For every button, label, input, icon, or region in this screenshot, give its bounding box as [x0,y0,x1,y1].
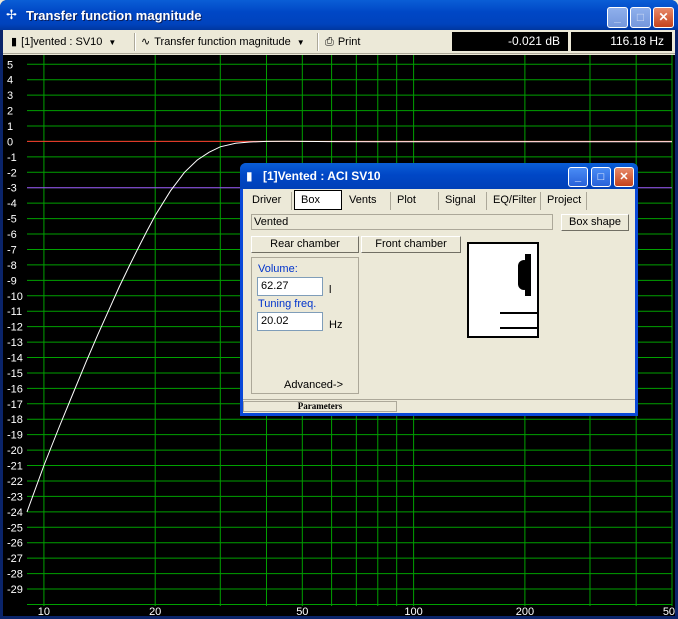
rear-chamber-panel: Volume: 62.27 l Tuning freq. 20.02 Hz Ad… [251,257,359,394]
y-tick-label: -16 [7,383,23,395]
volume-label: Volume: [258,263,298,275]
close-button[interactable]: ✕ [653,7,674,28]
y-tick-label: -25 [7,522,23,534]
y-tick-label: -13 [7,337,23,349]
window-title: Transfer function magnitude [26,8,202,23]
view-select[interactable]: ∿ Transfer function magnitude ▼ [141,33,305,51]
volume-field[interactable]: 62.27 [257,277,323,296]
y-tick-label: 3 [7,90,13,102]
y-tick-label: -9 [7,275,17,287]
y-tick-label: -8 [7,260,17,272]
title-bar[interactable]: ✢ Transfer function magnitude _ □ ✕ [0,0,678,30]
y-tick-label: -6 [7,229,17,241]
advanced-link[interactable]: Advanced-> [284,379,343,391]
tab-signal[interactable]: Signal [439,192,487,210]
y-tick-label: -2 [7,167,17,179]
x-tick-label: 50 [296,606,308,616]
minimize-button[interactable]: _ [607,7,628,28]
speaker-baffle [525,254,531,296]
printer-icon: ⎙ [325,36,334,48]
dialog-body: Driver Box Vents Plot Signal EQ/Filter P… [243,189,635,413]
y-tick-label: -12 [7,322,23,334]
y-tick-label: 4 [7,75,13,87]
y-tick-label: -20 [7,445,23,457]
dialog-status-bar: Parameters [243,399,635,412]
hz-readout: 116.18 Hz [571,32,672,51]
y-tick-label: 2 [7,106,13,118]
toolbar-separator [134,33,136,51]
y-tick-label: -19 [7,430,23,442]
y-tick-label: -15 [7,368,23,380]
y-tick-label: -10 [7,291,23,303]
y-tick-label: -7 [7,244,17,256]
y-tick-label: -1 [7,152,17,164]
driver-select[interactable]: ▮ [1]vented : SV10 ▼ [11,33,116,51]
y-tick-label: -18 [7,414,23,426]
toolbar: ▮ [1]vented : SV10 ▼ ∿ Transfer function ma… [3,30,675,54]
y-tick-label: -3 [7,183,17,195]
rear-chamber-button[interactable]: Rear chamber [251,236,359,253]
y-tick-label: -17 [7,399,23,411]
y-tick-label: 1 [7,121,13,133]
dialog-title-bar[interactable]: ▮ [1]Vented : ACI SV10 _ □ ✕ [240,163,638,189]
maximize-button[interactable]: □ [630,7,651,28]
view-select-value: Transfer function magnitude [154,36,291,48]
y-tick-label: -26 [7,538,23,550]
driver-select-value: [1]vented : SV10 [21,36,103,48]
toolbar-separator [317,33,319,51]
tuning-freq-unit: Hz [329,319,343,331]
box-diagram [467,242,539,338]
print-button[interactable]: ⎙ Print [325,33,360,51]
dialog-maximize-button[interactable]: □ [591,167,611,187]
port-wall-top [500,312,537,314]
y-tick-label: -11 [7,306,22,318]
parameters-tab[interactable]: Parameters [243,401,397,412]
tab-driver[interactable]: Driver [246,192,292,210]
chevron-down-icon: ▼ [108,38,117,47]
x-tick-label: 500 [663,606,675,616]
x-tick-label: 20 [149,606,161,616]
volume-unit: l [329,284,332,296]
chevron-down-icon: ▼ [296,38,305,47]
port-wall-bottom [500,327,537,329]
tab-eq-filter[interactable]: EQ/Filter [487,192,541,210]
box-type-display: Vented [251,214,553,230]
dialog-close-button[interactable]: ✕ [614,167,634,187]
y-tick-label: -4 [7,198,17,210]
y-tick-label: 5 [7,59,13,71]
y-tick-label: -22 [7,476,23,488]
front-chamber-button[interactable]: Front chamber [361,236,461,253]
tab-vents[interactable]: Vents [343,192,391,210]
app-icon: ✢ [6,7,17,22]
dialog-minimize-button[interactable]: _ [568,167,588,187]
y-tick-label: -21 [7,461,23,473]
tab-box[interactable]: Box [294,190,342,210]
x-tick-label: 200 [516,606,534,616]
y-tick-label: -24 [7,507,23,519]
driver-icon: ▮ [11,36,18,48]
y-tick-label: -5 [7,214,17,226]
y-tick-label: -29 [7,584,23,596]
sine-wave-icon: ∿ [141,36,151,48]
x-tick-label: 100 [404,606,422,616]
dialog-icon: ▮ [246,169,253,183]
box-shape-button[interactable]: Box shape [561,214,629,231]
y-tick-label: -23 [7,491,23,503]
tuning-freq-label: Tuning freq. [258,298,317,310]
y-tick-label: -27 [7,553,23,565]
dialog-title: [1]Vented : ACI SV10 [263,169,381,183]
y-tick-label: -14 [7,353,23,365]
y-tick-label: -28 [7,569,23,581]
tab-plot[interactable]: Plot [391,192,439,210]
tab-project[interactable]: Project [541,192,587,210]
print-label: Print [337,36,361,48]
x-tick-label: 10 [38,606,50,616]
y-tick-label: 0 [7,136,13,148]
db-readout: -0.021 dB [452,32,568,51]
tuning-freq-field[interactable]: 20.02 [257,312,323,331]
box-dialog: ▮ [1]Vented : ACI SV10 _ □ ✕ Driver Box … [240,163,638,416]
